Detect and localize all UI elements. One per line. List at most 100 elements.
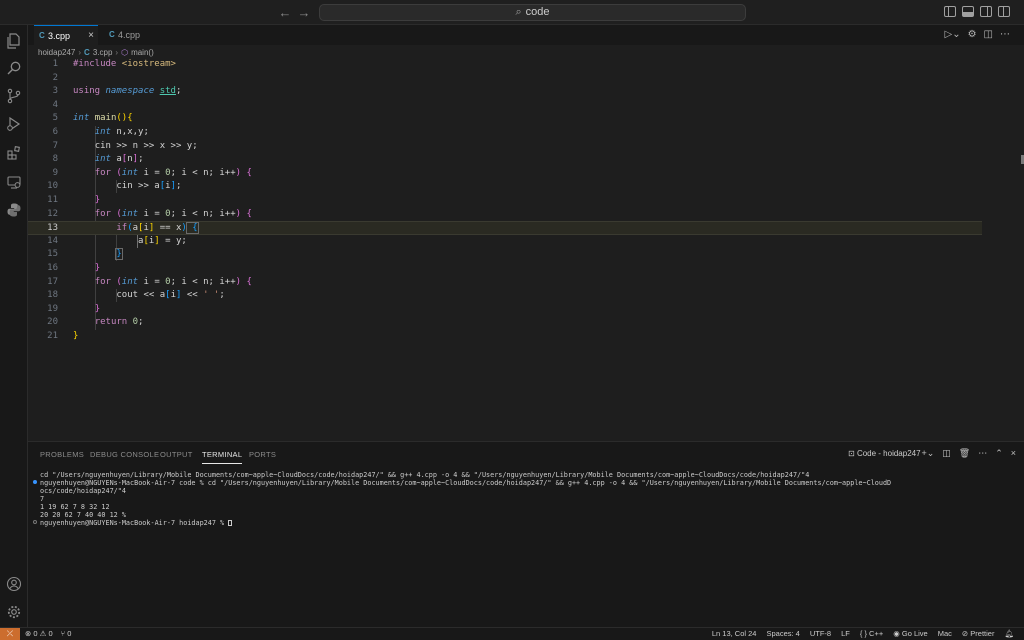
python-icon[interactable] (6, 202, 22, 218)
terminal-selector[interactable]: ⊡ Code - hoidap247 (848, 449, 921, 458)
line-number: 15 (47, 249, 58, 260)
problems-status[interactable]: ⊗ 0 ⚠ 0 (25, 628, 53, 640)
code-line: 19 } (28, 303, 982, 317)
line-number: 14 (47, 235, 58, 246)
code-line: 4 (28, 99, 982, 113)
line-number: 9 (52, 167, 58, 178)
command-decoration-icon[interactable] (33, 520, 37, 524)
ports-status[interactable]: ⑂ 0 (61, 628, 72, 640)
extensions-icon[interactable] (6, 145, 22, 161)
command-center-search[interactable]: ⌕ code (319, 4, 746, 21)
tab-problems[interactable]: PROBLEMS (40, 450, 84, 459)
close-icon[interactable]: × (88, 26, 94, 46)
gear-icon[interactable] (6, 604, 22, 620)
run-and-debug-icon[interactable] (6, 116, 22, 132)
code-line: 11 } (28, 194, 982, 208)
arrow-right-icon[interactable]: → (296, 5, 312, 21)
line-number: 5 (52, 113, 58, 124)
code-line: 14 a[i] = y; (28, 235, 982, 249)
command-center-label: code (525, 6, 550, 18)
code-line: 8 int a[n]; (28, 153, 982, 167)
arrow-left-icon[interactable]: ← (277, 5, 293, 21)
split-editor-icon[interactable]: ◫ (984, 29, 993, 40)
run-file-icon[interactable]: ▷⌄ (945, 29, 961, 40)
go-live-button[interactable]: ◉ Go Live (893, 628, 928, 640)
tab-output[interactable]: OUTPUT (160, 450, 193, 459)
tab-label: 4.cpp (118, 30, 141, 40)
tab-label: 3.cpp (48, 31, 71, 41)
maximize-panel-icon[interactable]: ⌃ (995, 448, 1003, 459)
remote-explorer-icon[interactable] (6, 174, 22, 190)
terminal-output[interactable]: cd "/Users/nguyenhuyen/Library/Mobile Do… (40, 471, 891, 527)
layout-controls (944, 6, 1010, 17)
code-editor[interactable]: 1 #include <iostream> 2 3 using namespace … (28, 58, 1024, 441)
line-number: 2 (52, 72, 58, 83)
tab-ports[interactable]: PORTS (249, 450, 276, 459)
symbol-method-icon: ⬡ (121, 47, 129, 57)
terminal-line: 1 19 62 7 8 32 12 (40, 503, 110, 511)
split-terminal-icon[interactable]: ◫ (942, 448, 951, 459)
platform[interactable]: Mac (938, 628, 952, 640)
code-line: 5 int main(){ (28, 112, 982, 126)
line-number: 7 (52, 140, 58, 151)
close-panel-icon[interactable]: × (1011, 448, 1016, 459)
terminal-line: nguyenhuyen@NGUYENs-MacBook-Air-7 code %… (40, 479, 892, 487)
code-line: 6 int n,x,y; (28, 126, 982, 140)
cpp-file-icon: C (39, 31, 45, 40)
code-line: 15 } (28, 248, 982, 262)
language-mode[interactable]: { } C++ (860, 628, 883, 640)
terminal-line: cd "/Users/nguyenhuyen/Library/Mobile Do… (40, 471, 810, 479)
cpp-file-icon: C (84, 47, 90, 57)
line-number: 18 (47, 290, 58, 301)
breadcrumb-symbol[interactable]: main() (131, 48, 154, 57)
terminal-line: 20 20 62 7 40 40 12 % (40, 511, 126, 519)
code-line: 3 using namespace std; (28, 85, 982, 99)
toggle-panel-icon[interactable] (962, 6, 974, 17)
code-line-current: 13 if(a[i] == x) { (28, 221, 982, 235)
code-line: 10 cin >> a[i]; (28, 180, 982, 194)
add-terminal-icon[interactable]: +⌄ (921, 448, 934, 459)
line-number: 12 (47, 208, 58, 219)
tab-terminal[interactable]: TERMINAL (202, 450, 243, 464)
more-actions-icon[interactable]: ⋯ (978, 448, 987, 459)
line-number: 19 (47, 303, 58, 314)
status-bar: ⤫ ⊗ 0 ⚠ 0 ⑂ 0 Ln 13, Col 24 Spaces: 4 UT… (0, 627, 1024, 640)
tab-debug-console[interactable]: DEBUG CONSOLE (90, 450, 159, 459)
line-number: 6 (52, 127, 58, 137)
cursor-position[interactable]: Ln 13, Col 24 (712, 628, 757, 640)
chevron-right-icon: › (115, 47, 119, 57)
line-number: 1 (52, 59, 58, 69)
line-number: 20 (47, 317, 58, 328)
breadcrumb-file[interactable]: 3.cpp (93, 48, 113, 57)
code-line: 9 for (int i = 0; i < n; i++) { (28, 167, 982, 181)
line-number: 13 (47, 223, 58, 234)
breadcrumb-folder[interactable]: hoidap247 (38, 48, 75, 57)
customize-layout-icon[interactable] (998, 6, 1010, 17)
terminal-cursor (228, 520, 233, 526)
encoding[interactable]: UTF-8 (810, 628, 831, 640)
end-of-line[interactable]: LF (841, 628, 850, 640)
command-decoration-icon[interactable] (33, 480, 37, 484)
tab-4-cpp[interactable]: C 4.cpp (104, 25, 168, 45)
source-control-icon[interactable] (6, 88, 22, 104)
editor-actions: ▷⌄ ⚙ ◫ ⋯ (945, 29, 1011, 40)
terminal-line: 7 (40, 495, 45, 503)
prettier-status[interactable]: ⊘ Prettier (962, 628, 995, 640)
toggle-secondary-sidebar-icon[interactable] (980, 6, 992, 17)
settings-icon[interactable]: ⚙ (968, 29, 977, 40)
code-line: 7 cin >> n >> x >> y; (28, 140, 982, 154)
line-number: 17 (47, 276, 58, 287)
tab-3-cpp[interactable]: C 3.cpp × (34, 25, 98, 45)
more-actions-icon[interactable]: ⋯ (1000, 29, 1010, 40)
remote-icon[interactable]: ⤫ (0, 628, 20, 640)
terminal-prompt-line: nguyenhuyen@NGUYENs-MacBook-Air-7 hoidap… (40, 519, 891, 527)
bottom-panel: PROBLEMS DEBUG CONSOLE OUTPUT TERMINAL P… (28, 441, 1024, 627)
indentation[interactable]: Spaces: 4 (766, 628, 799, 640)
explorer-icon[interactable] (6, 33, 22, 49)
code-line: 1 #include <iostream> (28, 58, 982, 72)
toggle-primary-sidebar-icon[interactable] (944, 6, 956, 17)
search-icon[interactable] (6, 60, 22, 76)
trash-icon[interactable]: 🗑 (959, 448, 970, 459)
bell-icon[interactable]: 🔔︎ (1004, 628, 1014, 640)
account-icon[interactable] (6, 576, 22, 592)
